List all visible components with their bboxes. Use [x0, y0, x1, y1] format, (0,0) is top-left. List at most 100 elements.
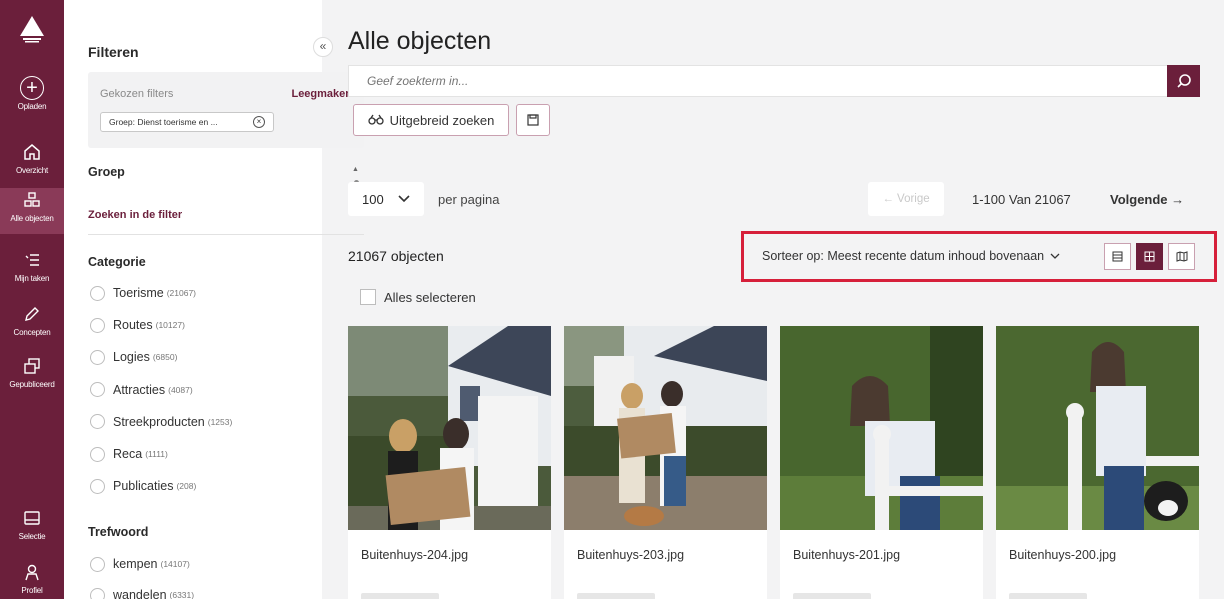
- collapse-panel-button[interactable]: «: [313, 37, 333, 57]
- filter-option-label: Publicaties: [113, 479, 174, 494]
- filter-option[interactable]: Streekproducten (1253): [90, 413, 232, 431]
- filter-option[interactable]: Routes (10127): [90, 316, 185, 334]
- per-page-select[interactable]: 100: [348, 182, 424, 216]
- next-page-button[interactable]: Volgende →: [1110, 192, 1184, 207]
- rail-item-concepts[interactable]: Concepten: [0, 302, 64, 348]
- filter-option-count: (1253): [207, 416, 233, 427]
- asset-filename: Buitenhuys-204.jpg: [361, 548, 469, 562]
- radio-button[interactable]: [90, 446, 105, 462]
- filter-option[interactable]: Logies (6850): [90, 348, 177, 366]
- asset-card[interactable]: Buitenhuys-201.jpg: [780, 326, 983, 599]
- rail-item-my-tasks[interactable]: Mijn taken: [0, 248, 64, 294]
- rail-item-profile[interactable]: Profiel: [0, 560, 64, 599]
- scroll-up-arrow[interactable]: ▲: [352, 166, 359, 173]
- radio-button[interactable]: [90, 382, 105, 398]
- asset-card[interactable]: Buitenhuys-204.jpg: [348, 326, 551, 599]
- chosen-filters-label: Gekozen filters: [100, 88, 174, 100]
- filter-option-count: (21067): [166, 288, 197, 298]
- filter-option-label: Toerisme: [113, 286, 164, 300]
- asset-filename: Buitenhuys-203.jpg: [577, 548, 685, 562]
- select-all-checkbox[interactable]: Alles selecteren: [360, 289, 476, 305]
- grid-icon: [24, 192, 40, 207]
- rail-item-overview[interactable]: Overzicht: [0, 140, 64, 186]
- filter-option-label: Reca: [113, 447, 143, 461]
- list-view-icon: [1112, 251, 1123, 262]
- asset-action-button[interactable]: [793, 593, 871, 599]
- logo: [20, 16, 44, 43]
- filter-option[interactable]: kempen (14107): [90, 555, 190, 573]
- asset-card[interactable]: Buitenhuys-203.jpg: [564, 326, 767, 599]
- sort-label: Sorteer op: Meest recente datum inhoud b…: [762, 249, 1045, 263]
- user-icon: [25, 564, 39, 581]
- filter-option[interactable]: Toerisme (21067): [90, 284, 196, 302]
- asset-action-button[interactable]: [1009, 593, 1087, 599]
- filter-option[interactable]: Reca (1111): [90, 445, 168, 463]
- filter-chip-label: Groep: Dienst toerisme en ...: [109, 117, 218, 127]
- filter-option-count: (4087): [168, 384, 193, 395]
- filter-option-label: Streekproducten: [113, 414, 205, 429]
- asset-thumbnail[interactable]: [780, 326, 983, 530]
- radio-button[interactable]: [90, 317, 105, 333]
- save-search-button[interactable]: [516, 104, 550, 136]
- filter-option-count: (6331): [169, 590, 195, 599]
- sort-select[interactable]: Sorteer op: Meest recente datum inhoud b…: [762, 249, 1060, 263]
- radio-button[interactable]: [90, 414, 105, 430]
- asset-thumbnail[interactable]: [564, 326, 767, 530]
- rail-item-upload[interactable]: + Opladen: [0, 76, 64, 122]
- filter-option-label: Attracties: [113, 382, 166, 397]
- search-button[interactable]: [1167, 65, 1200, 97]
- view-map-button[interactable]: [1168, 243, 1195, 270]
- radio-button[interactable]: [90, 478, 105, 494]
- filter-option-count: (10127): [155, 320, 185, 331]
- search-input[interactable]: [348, 65, 1168, 97]
- asset-action-button[interactable]: [361, 593, 439, 599]
- clear-filters-link[interactable]: Leegmaken: [291, 88, 352, 100]
- advanced-search-label: Uitgebreid zoeken: [389, 112, 495, 128]
- object-count: 21067 objecten: [348, 248, 444, 264]
- view-grid-button[interactable]: [1136, 243, 1163, 270]
- filter-chip[interactable]: Groep: Dienst toerisme en ... ×: [100, 112, 274, 132]
- rail-item-published[interactable]: Gepubliceerd: [0, 354, 64, 400]
- filter-option-count: (1111): [145, 449, 168, 459]
- radio-button[interactable]: [90, 556, 105, 572]
- rail-item-all-objects[interactable]: Alle objecten: [0, 188, 64, 234]
- plus-circle-icon: +: [20, 76, 44, 100]
- pagination-range: 1-100 Van 21067: [972, 192, 1071, 207]
- previous-page-button[interactable]: ← Vorige: [868, 182, 944, 216]
- chevron-down-icon: [398, 195, 410, 203]
- filter-option-count: (14107): [160, 559, 190, 569]
- view-list-button[interactable]: [1104, 243, 1131, 270]
- asset-filename: Buitenhuys-200.jpg: [1009, 548, 1117, 562]
- asset-card[interactable]: Buitenhuys-200.jpg: [996, 326, 1199, 599]
- advanced-search-button[interactable]: Uitgebreid zoeken: [353, 104, 509, 136]
- rail-item-selection[interactable]: Selectie: [0, 506, 64, 552]
- filter-title: Filteren: [88, 44, 139, 60]
- filter-option[interactable]: Attracties (4087): [90, 381, 193, 399]
- search-icon: [1176, 74, 1191, 88]
- select-all-label: Alles selecteren: [384, 289, 476, 305]
- filter-option-count: (6850): [152, 352, 178, 363]
- radio-button[interactable]: [90, 349, 105, 365]
- radio-button[interactable]: [90, 587, 105, 599]
- checklist-icon: [25, 254, 39, 266]
- asset-thumbnail[interactable]: [996, 326, 1199, 530]
- checkbox[interactable]: [360, 289, 376, 305]
- asset-action-button[interactable]: [577, 593, 655, 599]
- categorie-heading: Categorie: [88, 255, 146, 269]
- asset-filename: Buitenhuys-201.jpg: [793, 548, 901, 562]
- close-icon[interactable]: ×: [253, 116, 265, 128]
- filter-option[interactable]: Publicaties (208): [90, 477, 196, 495]
- trefwoord-heading: Trefwoord: [88, 525, 149, 539]
- publish-icon: [24, 358, 40, 374]
- grid-view-icon: [1144, 251, 1155, 262]
- radio-button[interactable]: [90, 285, 105, 301]
- chevron-down-icon: [1050, 253, 1060, 259]
- pencil-icon: [25, 307, 39, 321]
- filter-option[interactable]: wandelen (6331): [90, 586, 194, 599]
- search-in-filter-link[interactable]: Zoeken in de filter: [88, 209, 182, 221]
- map-view-icon: [1176, 251, 1187, 262]
- per-page-value: 100: [362, 191, 384, 207]
- left-rail: + Opladen Overzicht Alle objecten Mijn t…: [0, 0, 64, 599]
- asset-thumbnail[interactable]: [348, 326, 551, 530]
- filter-option-label: kempen: [113, 557, 158, 571]
